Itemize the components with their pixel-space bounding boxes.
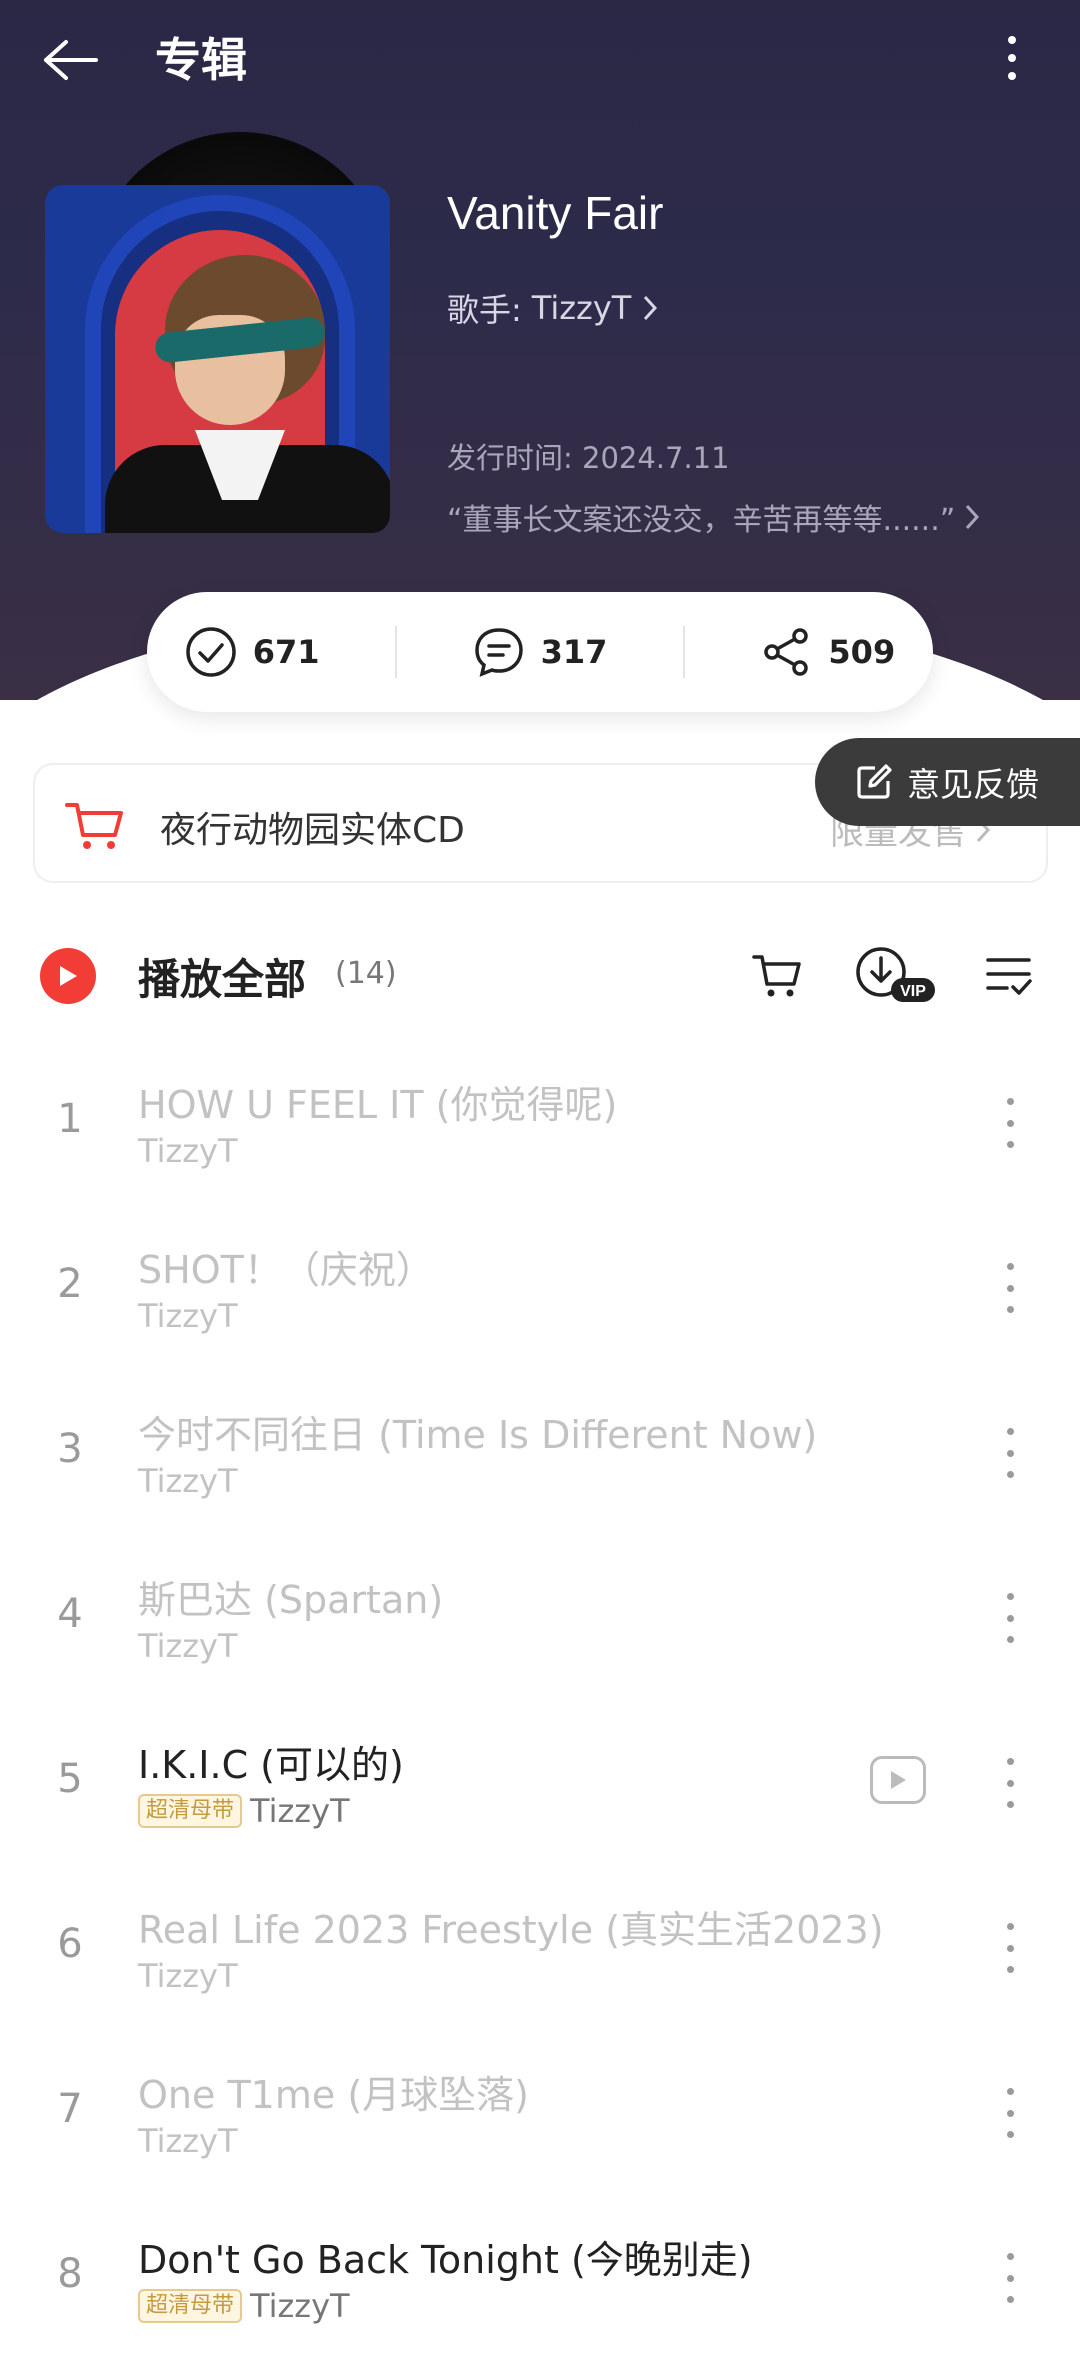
track-artist: TizzyT — [138, 1462, 238, 1500]
share-icon — [764, 628, 809, 676]
stats-divider — [682, 626, 685, 678]
track-count: (14) — [335, 956, 397, 991]
track-artist: TizzyT — [250, 2287, 350, 2325]
edit-icon — [857, 764, 892, 799]
track-title: 斯巴达 (Spartan) — [138, 1578, 444, 1622]
favorite-count: 671 — [252, 633, 320, 671]
comment-icon — [474, 628, 523, 677]
feedback-button[interactable]: 意见反馈 — [815, 738, 1080, 826]
track-more-button[interactable] — [995, 1923, 1025, 1973]
back-button[interactable] — [40, 28, 110, 92]
track-artist: TizzyT — [138, 1957, 238, 1995]
track-title: SHOT！（庆祝） — [138, 1248, 434, 1292]
track-row[interactable]: 6 Real Life 2023 Freestyle (真实生活2023) Tizz… — [0, 1865, 1080, 2030]
track-number: 2 — [57, 1261, 83, 1307]
track-row[interactable]: 4 斯巴达 (Spartan) TizzyT — [0, 1535, 1080, 1700]
track-title: 今时不同往日 (Time Is Different Now) — [138, 1413, 818, 1457]
track-more-button[interactable] — [995, 1098, 1025, 1148]
track-artist-line: TizzyT — [138, 2122, 238, 2160]
comment-stat[interactable]: 317 — [473, 626, 608, 678]
track-artist-line: TizzyT — [138, 1462, 238, 1500]
track-title: HOW U FEEL IT (你觉得呢) — [138, 1083, 618, 1127]
quality-badge: 超清母带 — [138, 1794, 243, 1828]
track-row[interactable]: 5 I.K.I.C (可以的) 超清母带 TizzyT — [0, 1700, 1080, 1865]
share-count: 509 — [828, 633, 896, 671]
page-title: 专辑 — [155, 33, 247, 87]
buy-album-button[interactable] — [748, 946, 806, 1006]
description-text: “董事长文案还没交，辛苦再等等......” — [447, 503, 956, 538]
track-title: Don't Go Back Tonight (今晚别走) — [138, 2238, 753, 2282]
track-artist-line: TizzyT — [138, 1297, 238, 1335]
release-date: 发行时间: 2024.7.11 — [447, 441, 730, 475]
track-row[interactable]: 1 HOW U FEEL IT (你觉得呢) TizzyT — [0, 1040, 1080, 1205]
track-number: 1 — [57, 1096, 83, 1142]
track-more-button[interactable] — [995, 1428, 1025, 1478]
track-row[interactable]: 7 One T1me (月球坠落) TizzyT — [0, 2030, 1080, 2195]
track-row[interactable]: 2 SHOT！（庆祝） TizzyT — [0, 1205, 1080, 1370]
track-more-button[interactable] — [995, 2253, 1025, 2303]
track-title: I.K.I.C (可以的) — [138, 1743, 404, 1787]
album-description[interactable]: “董事长文案还没交，辛苦再等等......” — [447, 495, 981, 539]
track-list: 1 HOW U FEEL IT (你觉得呢) TizzyT 2 SHOT！（庆祝） Tiz… — [0, 1040, 1080, 2360]
comment-count: 317 — [540, 633, 608, 671]
track-artist: TizzyT — [138, 2122, 238, 2160]
more-button[interactable] — [990, 26, 1034, 90]
album-name: Vanity Fair — [447, 187, 664, 239]
track-more-button[interactable] — [995, 1758, 1025, 1808]
list-check-icon — [986, 958, 1032, 995]
svg-text:VIP: VIP — [900, 983, 926, 1000]
track-artist-line: 超清母带 TizzyT — [138, 2287, 350, 2325]
share-stat[interactable]: 509 — [760, 626, 895, 678]
arrow-left-icon — [44, 40, 98, 80]
download-button[interactable]: VIP — [855, 946, 937, 1006]
track-title: Real Life 2023 Freestyle (真实生活2023) — [138, 1908, 884, 1952]
track-artist: TizzyT — [250, 1792, 350, 1830]
track-artist: TizzyT — [138, 1297, 238, 1335]
track-title: One T1me (月球坠落) — [138, 2073, 529, 2117]
download-vip-icon: VIP — [856, 947, 935, 1002]
quality-badge: 超清母带 — [138, 2289, 243, 2323]
cart-icon — [65, 803, 123, 849]
track-number: 6 — [57, 1921, 83, 1967]
mv-button[interactable] — [870, 1756, 926, 1804]
play-all-button[interactable] — [40, 948, 96, 1004]
favorite-stat[interactable]: 671 — [185, 626, 320, 678]
track-more-button[interactable] — [995, 1263, 1025, 1313]
track-artist-line: 超清母带 TizzyT — [138, 1792, 350, 1830]
feedback-label: 意见反馈 — [907, 765, 1039, 804]
stats-divider — [395, 626, 398, 678]
track-artist: TizzyT — [138, 1627, 238, 1665]
track-row[interactable]: 3 今时不同往日 (Time Is Different Now) TizzyT — [0, 1370, 1080, 1535]
play-video-icon — [891, 1771, 906, 1789]
track-artist-line: TizzyT — [138, 1957, 238, 1995]
track-more-button[interactable] — [995, 2088, 1025, 2138]
play-all-label[interactable]: 播放全部 — [138, 946, 306, 1007]
stats-bar: 671 317 509 — [147, 592, 933, 712]
artist-prefix: 歌手: — [447, 291, 522, 329]
play-icon — [60, 966, 77, 986]
track-row[interactable]: 8 Don't Go Back Tonight (今晚别走) 超清母带 TizzyT — [0, 2195, 1080, 2360]
cart-icon — [752, 955, 801, 997]
track-artist-line: TizzyT — [138, 1132, 238, 1170]
track-number: 8 — [57, 2251, 83, 2297]
track-number: 4 — [57, 1591, 83, 1637]
track-artist: TizzyT — [138, 1132, 238, 1170]
album-cover[interactable] — [45, 185, 390, 533]
track-number: 5 — [57, 1756, 83, 1802]
artist-name: TizzyT — [531, 289, 632, 327]
chevron-right-icon — [966, 504, 980, 530]
multi-select-button[interactable] — [982, 946, 1036, 1006]
track-artist-line: TizzyT — [138, 1627, 238, 1665]
play-all-row: 播放全部 (14) VIP — [0, 930, 1080, 1020]
check-circle-icon — [186, 627, 236, 677]
chevron-right-icon — [644, 295, 658, 321]
cd-label: 夜行动物园实体CD — [160, 810, 465, 851]
top-bar: 专辑 — [0, 0, 1080, 120]
track-number: 3 — [57, 1426, 83, 1472]
track-more-button[interactable] — [995, 1593, 1025, 1643]
track-number: 7 — [57, 2086, 83, 2132]
artist-link[interactable]: 歌手: TizzyT — [447, 285, 659, 331]
